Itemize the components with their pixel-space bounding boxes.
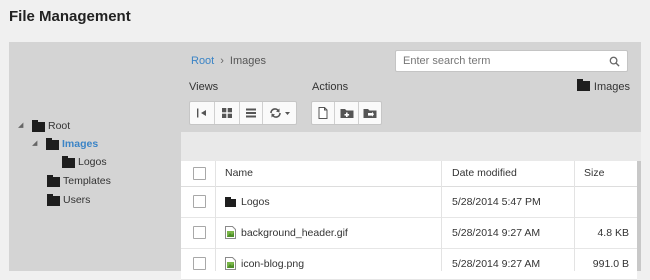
file-date: 5/28/2014 9:27 AM bbox=[452, 258, 541, 270]
file-size: 991.0 B bbox=[592, 258, 629, 270]
collapse-arrow-icon[interactable]: ◢ bbox=[32, 136, 41, 152]
collapse-pane-icon bbox=[196, 108, 206, 118]
tree-node-label: Images bbox=[62, 138, 99, 150]
column-divider bbox=[215, 161, 216, 271]
new-file-button[interactable] bbox=[312, 102, 335, 124]
column-divider bbox=[574, 161, 575, 271]
tree-node-images[interactable]: ◢ Images bbox=[32, 136, 132, 152]
thumbnails-view-icon bbox=[221, 108, 232, 118]
tree-node-root[interactable]: ◢ Root bbox=[18, 118, 118, 134]
file-date: 5/28/2014 5:47 PM bbox=[452, 196, 541, 208]
tree-node-templates[interactable]: Templates bbox=[47, 173, 147, 189]
grid-toolbar-band bbox=[181, 132, 641, 161]
collapse-pane-button[interactable] bbox=[190, 102, 215, 124]
file-grid: Name Date modified Size Logos 5/28/2014 … bbox=[181, 161, 641, 280]
folder-icon bbox=[47, 194, 60, 206]
file-size: 4.8 KB bbox=[597, 227, 629, 239]
folder-icon bbox=[62, 156, 75, 168]
table-row[interactable]: Logos 5/28/2014 5:47 PM bbox=[181, 187, 637, 218]
list-view-icon bbox=[245, 108, 256, 118]
move-folder-icon bbox=[363, 109, 377, 118]
app-title: File Management bbox=[9, 8, 131, 25]
breadcrumb-separator: › bbox=[220, 55, 224, 67]
views-button-group bbox=[189, 101, 297, 125]
title-bar: File Management bbox=[0, 0, 650, 42]
tree-node-logos[interactable]: Logos bbox=[62, 154, 162, 170]
folder-icon bbox=[32, 120, 45, 132]
column-divider bbox=[441, 161, 442, 271]
row-checkbox[interactable] bbox=[193, 257, 206, 270]
table-row[interactable]: icon-blog.png 5/28/2014 9:27 AM 991.0 B bbox=[181, 249, 637, 280]
refresh-icon bbox=[269, 108, 290, 118]
move-folder-button[interactable] bbox=[359, 102, 381, 124]
select-all-checkbox[interactable] bbox=[193, 167, 206, 180]
current-folder-indicator: Images bbox=[576, 79, 630, 93]
folder-icon bbox=[46, 138, 59, 150]
views-label: Views bbox=[189, 81, 219, 93]
file-name: icon-blog.png bbox=[241, 258, 305, 270]
thumbnails-view-button[interactable] bbox=[215, 102, 240, 124]
search-input[interactable]: Enter search term bbox=[395, 50, 628, 72]
tree-node-label: Logos bbox=[78, 156, 107, 168]
new-file-icon bbox=[318, 107, 328, 119]
breadcrumb-root-link[interactable]: Root bbox=[191, 55, 214, 67]
table-row[interactable]: background_header.gif 5/28/2014 9:27 AM … bbox=[181, 218, 637, 249]
folder-icon bbox=[225, 197, 236, 211]
row-checkbox[interactable] bbox=[193, 195, 206, 208]
breadcrumb-current: Images bbox=[229, 55, 266, 67]
breadcrumb: Root › Images bbox=[191, 55, 266, 67]
grid-scrollbar[interactable] bbox=[637, 161, 641, 271]
row-checkbox[interactable] bbox=[193, 226, 206, 239]
image-file-icon bbox=[225, 257, 236, 270]
file-name: Logos bbox=[241, 196, 270, 208]
main-pane: Root › Images Enter search term Views Acti… bbox=[181, 42, 641, 280]
tree-node-label: Users bbox=[63, 194, 91, 206]
image-file-icon bbox=[225, 226, 236, 239]
file-date: 5/28/2014 9:27 AM bbox=[452, 227, 541, 239]
column-header-size[interactable]: Size bbox=[584, 161, 604, 186]
current-folder-label: Images bbox=[593, 81, 630, 93]
new-folder-icon bbox=[340, 109, 353, 118]
search-placeholder: Enter search term bbox=[403, 55, 491, 67]
folder-icon bbox=[47, 175, 60, 187]
grid-header: Name Date modified Size bbox=[181, 161, 637, 187]
tree-node-label: Templates bbox=[63, 175, 111, 187]
collapse-arrow-icon[interactable]: ◢ bbox=[18, 118, 27, 134]
search-icon[interactable] bbox=[609, 56, 620, 67]
tree-node-users[interactable]: Users bbox=[47, 192, 147, 208]
refresh-dropdown-button[interactable] bbox=[263, 102, 296, 124]
folder-icon bbox=[576, 79, 590, 91]
actions-button-group bbox=[311, 101, 382, 125]
actions-label: Actions bbox=[312, 81, 349, 93]
column-header-date[interactable]: Date modified bbox=[452, 161, 517, 186]
tree-node-label: Root bbox=[48, 120, 71, 132]
new-folder-button[interactable] bbox=[335, 102, 359, 124]
folder-tree: ◢ Root ◢ Images Logos Templates Users bbox=[9, 42, 181, 271]
file-name: background_header.gif bbox=[241, 227, 348, 239]
list-view-button[interactable] bbox=[240, 102, 264, 124]
column-header-name[interactable]: Name bbox=[225, 161, 253, 186]
